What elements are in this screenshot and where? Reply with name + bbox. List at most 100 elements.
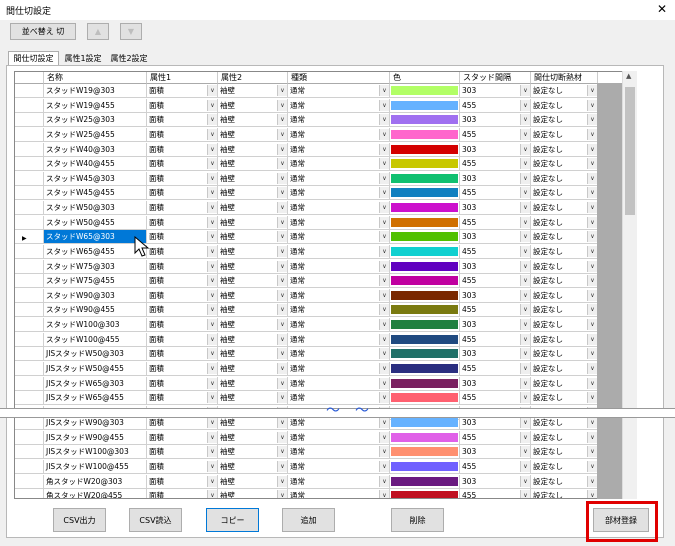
attribute2-combo[interactable]: 袖壁 ∨ [218, 244, 288, 259]
table-row[interactable]: JISスタッドW65@303 面積 ∨ 袖壁 ∨ 通常 ∨ 303 ∨ 設定なし ∨ [15, 376, 598, 391]
delete-button[interactable]: 削除 [391, 508, 444, 532]
attribute1-combo[interactable]: 面積 ∨ [147, 445, 218, 460]
kind-combo[interactable]: 通常 ∨ [288, 113, 390, 128]
stud-pitch-combo[interactable]: 303 ∨ [460, 142, 531, 157]
attribute1-combo[interactable]: 面積 ∨ [147, 215, 218, 230]
chevron-down-icon[interactable]: ∨ [379, 460, 389, 472]
stud-pitch-combo[interactable]: 303 ∨ [460, 113, 531, 128]
color-cell[interactable] [390, 230, 460, 245]
kind-combo[interactable]: 通常 ∨ [288, 376, 390, 391]
color-cell[interactable] [390, 215, 460, 230]
color-cell[interactable] [390, 157, 460, 172]
row-indicator[interactable] [15, 474, 44, 489]
attribute2-combo[interactable]: 袖壁 ∨ [218, 474, 288, 489]
attribute1-combo[interactable]: 面積 ∨ [147, 361, 218, 376]
attribute2-combo[interactable]: 袖壁 ∨ [218, 430, 288, 445]
color-cell[interactable] [390, 186, 460, 201]
chevron-down-icon[interactable]: ∨ [277, 475, 287, 487]
kind-combo[interactable]: 通常 ∨ [288, 474, 390, 489]
chevron-down-icon[interactable]: ∨ [379, 187, 389, 199]
row-indicator[interactable] [15, 127, 44, 142]
chevron-down-icon[interactable]: ∨ [520, 446, 530, 458]
stud-pitch-combo[interactable]: 455 ∨ [460, 489, 531, 498]
chevron-down-icon[interactable]: ∨ [520, 475, 530, 487]
chevron-down-icon[interactable]: ∨ [379, 348, 389, 360]
attribute2-combo[interactable]: 袖壁 ∨ [218, 98, 288, 113]
name-cell[interactable]: JISスタッドW50@303 [44, 347, 147, 362]
chevron-down-icon[interactable]: ∨ [277, 245, 287, 257]
chevron-down-icon[interactable]: ∨ [520, 392, 530, 404]
kind-combo[interactable]: 通常 ∨ [288, 142, 390, 157]
color-cell[interactable] [390, 201, 460, 216]
name-cell[interactable]: スタッドW19@455 [44, 98, 147, 113]
row-indicator[interactable] [15, 215, 44, 230]
insulation-combo[interactable]: 設定なし ∨ [531, 274, 598, 289]
chevron-down-icon[interactable]: ∨ [277, 114, 287, 126]
chevron-down-icon[interactable]: ∨ [207, 348, 217, 360]
chevron-down-icon[interactable]: ∨ [379, 231, 389, 243]
insulation-combo[interactable]: 設定なし ∨ [531, 171, 598, 186]
chevron-down-icon[interactable]: ∨ [520, 431, 530, 443]
chevron-down-icon[interactable]: ∨ [207, 128, 217, 140]
chevron-down-icon[interactable]: ∨ [379, 289, 389, 301]
chevron-down-icon[interactable]: ∨ [587, 216, 597, 228]
row-indicator[interactable]: ▶ [15, 230, 44, 245]
insulation-combo[interactable]: 設定なし ∨ [531, 489, 598, 498]
row-indicator[interactable] [15, 332, 44, 347]
chevron-down-icon[interactable]: ∨ [587, 172, 597, 184]
chevron-down-icon[interactable]: ∨ [520, 460, 530, 472]
insulation-combo[interactable]: 設定なし ∨ [531, 142, 598, 157]
stud-pitch-combo[interactable]: 455 ∨ [460, 361, 531, 376]
attribute1-combo[interactable]: 面積 ∨ [147, 376, 218, 391]
chevron-down-icon[interactable]: ∨ [587, 99, 597, 111]
chevron-down-icon[interactable]: ∨ [277, 289, 287, 301]
stud-pitch-combo[interactable]: 455 ∨ [460, 98, 531, 113]
color-cell[interactable] [390, 474, 460, 489]
color-cell[interactable] [390, 259, 460, 274]
insulation-combo[interactable]: 設定なし ∨ [531, 416, 598, 430]
name-cell[interactable]: JISスタッドW90@455 [44, 430, 147, 445]
row-indicator[interactable] [15, 459, 44, 474]
chevron-down-icon[interactable]: ∨ [207, 99, 217, 111]
row-indicator[interactable] [15, 430, 44, 445]
chevron-down-icon[interactable]: ∨ [379, 260, 389, 272]
table-row[interactable]: 角スタッドW20@455 面積 ∨ 袖壁 ∨ 通常 ∨ 455 ∨ 設定なし ∨ [15, 489, 598, 498]
chevron-down-icon[interactable]: ∨ [207, 319, 217, 331]
chevron-down-icon[interactable]: ∨ [379, 417, 389, 428]
table-row[interactable]: スタッドW75@303 面積 ∨ 袖壁 ∨ 通常 ∨ 303 ∨ 設定なし ∨ [15, 259, 598, 274]
row-indicator[interactable] [15, 186, 44, 201]
kind-combo[interactable]: 通常 ∨ [288, 318, 390, 333]
attribute2-combo[interactable]: 袖壁 ∨ [218, 157, 288, 172]
color-cell[interactable] [390, 142, 460, 157]
insulation-combo[interactable]: 設定なし ∨ [531, 303, 598, 318]
name-cell[interactable]: スタッドW40@455 [44, 157, 147, 172]
insulation-combo[interactable]: 設定なし ∨ [531, 157, 598, 172]
chevron-down-icon[interactable]: ∨ [379, 114, 389, 126]
chevron-down-icon[interactable]: ∨ [520, 231, 530, 243]
attribute2-combo[interactable]: 袖壁 ∨ [218, 259, 288, 274]
kind-combo[interactable]: 通常 ∨ [288, 244, 390, 259]
chevron-down-icon[interactable]: ∨ [277, 417, 287, 428]
chevron-down-icon[interactable]: ∨ [520, 158, 530, 170]
color-cell[interactable] [390, 127, 460, 142]
chevron-down-icon[interactable]: ∨ [277, 304, 287, 316]
chevron-down-icon[interactable]: ∨ [207, 362, 217, 374]
attribute1-combo[interactable]: 面積 ∨ [147, 430, 218, 445]
chevron-down-icon[interactable]: ∨ [587, 377, 597, 389]
color-cell[interactable] [390, 98, 460, 113]
move-down-button[interactable]: ▼ [120, 23, 142, 40]
chevron-down-icon[interactable]: ∨ [379, 333, 389, 345]
chevron-down-icon[interactable]: ∨ [277, 275, 287, 287]
attribute2-combo[interactable]: 袖壁 ∨ [218, 171, 288, 186]
insulation-combo[interactable]: 設定なし ∨ [531, 361, 598, 376]
kind-combo[interactable]: 通常 ∨ [288, 274, 390, 289]
stud-pitch-combo[interactable]: 455 ∨ [460, 303, 531, 318]
stud-pitch-combo[interactable]: 303 ∨ [460, 376, 531, 391]
attribute2-combo[interactable]: 袖壁 ∨ [218, 459, 288, 474]
stud-pitch-combo[interactable]: 303 ∨ [460, 347, 531, 362]
stud-pitch-combo[interactable]: 455 ∨ [460, 274, 531, 289]
chevron-down-icon[interactable]: ∨ [277, 319, 287, 331]
chevron-down-icon[interactable]: ∨ [379, 128, 389, 140]
chevron-down-icon[interactable]: ∨ [379, 99, 389, 111]
chevron-down-icon[interactable]: ∨ [277, 348, 287, 360]
